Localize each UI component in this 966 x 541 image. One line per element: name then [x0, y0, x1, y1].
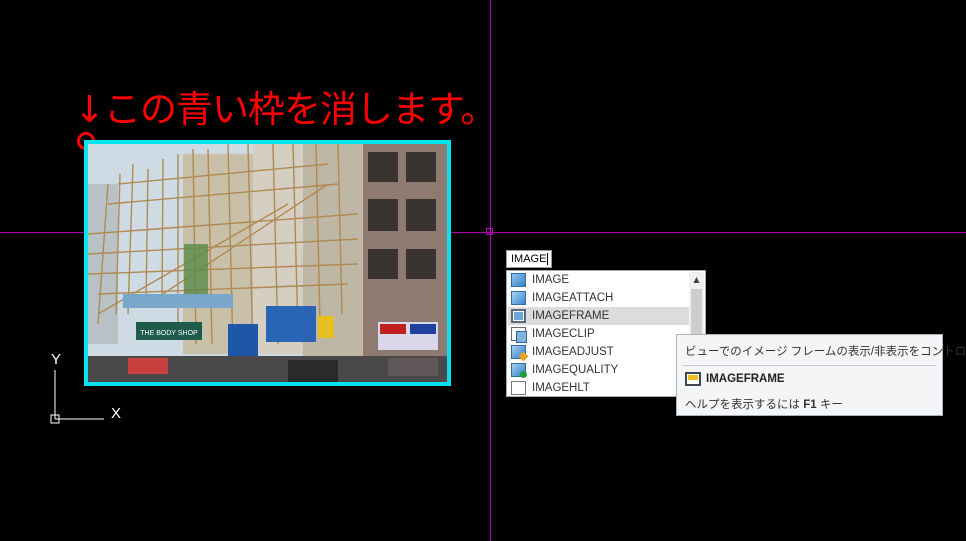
image-attach-icon — [511, 291, 526, 305]
tooltip-help-key: F1 — [803, 399, 817, 411]
image-frame-command-icon — [685, 372, 701, 386]
text-caret — [547, 253, 549, 266]
command-input-value: IMAGE — [511, 253, 547, 265]
autocomplete-item-imagehlt[interactable]: IMAGEHLT — [508, 379, 691, 397]
ucs-y-label: Y — [51, 351, 61, 368]
tooltip-help-suffix: キー — [816, 399, 843, 411]
annotation-text: ↓この青い枠を消します。 — [74, 88, 497, 131]
command-tooltip: ビューでのイメージ フレームの表示/非表示をコントロール IMAGEFRAME … — [676, 334, 966, 416]
ucs-icon: Y X — [50, 351, 121, 424]
autocomplete-item-image[interactable]: IMAGE — [508, 271, 691, 289]
autocomplete-item-label: IMAGEHLT — [532, 382, 590, 394]
image-icon — [511, 273, 526, 287]
image-frame[interactable]: THE BODY SHOP — [84, 140, 451, 386]
image-clip-icon — [511, 327, 527, 343]
street-photo[interactable]: THE BODY SHOP — [88, 144, 447, 382]
autocomplete-item-imagequality[interactable]: IMAGEQUALITY — [508, 361, 691, 379]
scroll-up-arrow-icon[interactable]: ▲ — [689, 272, 704, 288]
autocomplete-item-label: IMAGEFRAME — [532, 310, 610, 322]
ucs-x-label: X — [111, 405, 121, 422]
autocomplete-item-imageframe[interactable]: IMAGEFRAME — [508, 307, 691, 325]
autocomplete-item-label: IMAGEATTACH — [532, 292, 614, 304]
tooltip-command-name: IMAGEFRAME — [706, 373, 785, 385]
autocomplete-item-label: IMAGEQUALITY — [532, 364, 619, 376]
image-hlt-icon — [511, 381, 526, 395]
tooltip-description: ビューでのイメージ フレームの表示/非表示をコントロール — [685, 346, 966, 358]
command-input[interactable]: IMAGE — [506, 250, 552, 268]
autocomplete-item-label: IMAGECLIP — [532, 328, 595, 340]
autocomplete-item-imageadjust[interactable]: IMAGEADJUST — [508, 343, 691, 361]
autocomplete-item-label: IMAGEADJUST — [532, 346, 614, 358]
autocomplete-item-imageclip[interactable]: IMAGECLIP — [508, 325, 691, 343]
autocomplete-item-imageattach[interactable]: IMAGEATTACH — [508, 289, 691, 307]
tooltip-separator — [682, 365, 937, 366]
crosshair-vertical-line — [490, 0, 491, 541]
tooltip-command-row: IMAGEFRAME — [685, 372, 785, 386]
image-frame-icon — [511, 309, 526, 323]
image-adjust-icon — [511, 345, 526, 359]
shop-sign-text: THE BODY SHOP — [140, 330, 198, 337]
tooltip-help-prefix: ヘルプを表示するには — [685, 399, 804, 411]
image-quality-icon — [511, 363, 527, 378]
tooltip-help-hint: ヘルプを表示するには F1 キー — [685, 396, 843, 412]
crosshair-pickbox — [486, 228, 493, 235]
autocomplete-item-label: IMAGE — [532, 274, 570, 286]
